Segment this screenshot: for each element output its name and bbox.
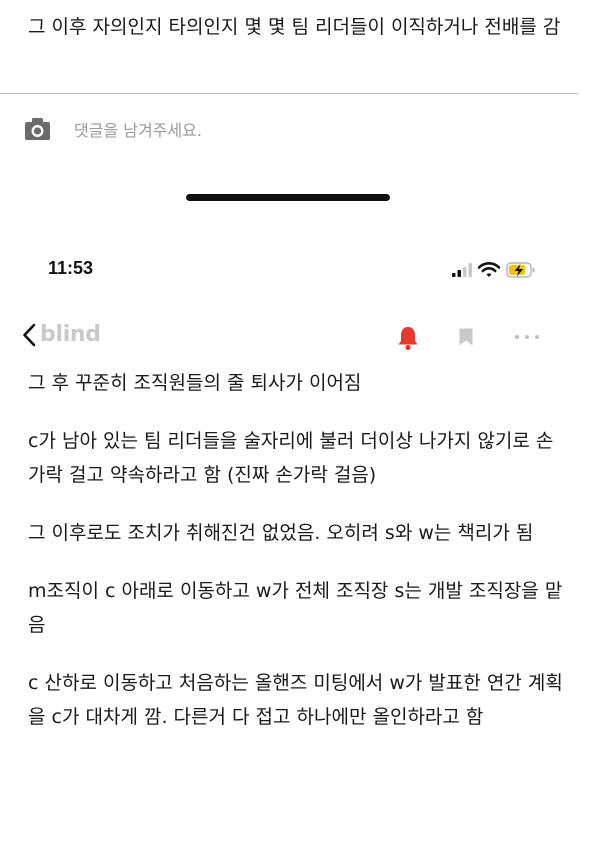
- comment-placeholder[interactable]: 댓글을 남겨주세요.: [74, 117, 202, 141]
- post-paragraph: m조직이 c 아래로 이동하고 w가 전체 조직장 s는 개발 조직장을 맡음: [28, 580, 563, 636]
- post-paragraph: c가 남아 있는 팀 리더들을 술자리에 불러 더이상 나가지 않기로 손가락 …: [28, 430, 554, 486]
- brand-logo: blind: [40, 322, 101, 347]
- back-button[interactable]: blind: [22, 322, 101, 347]
- chevron-left-icon: [23, 323, 36, 346]
- previous-post-text: 그 이후 자의인지 타의인지 몇 몇 팀 리더들이 이직하거나 전배를 감: [28, 16, 561, 38]
- post-body: 그 후 꾸준히 조직원들의 줄 퇴사가 이어짐 c가 남아 있는 팀 리더들을 …: [28, 366, 568, 758]
- more-icon[interactable]: [514, 334, 540, 340]
- home-indicator: [186, 194, 390, 201]
- camera-icon[interactable]: [24, 117, 51, 141]
- wifi-icon: [478, 262, 500, 277]
- status-time: 11:53: [48, 258, 94, 278]
- comment-input-row[interactable]: 댓글을 남겨주세요.: [24, 114, 202, 144]
- post-paragraph: 그 후 꾸준히 조직원들의 줄 퇴사가 이어짐: [28, 372, 362, 394]
- bookmark-icon[interactable]: [458, 327, 474, 347]
- battery-icon: [506, 262, 535, 278]
- post-paragraph: c 산하로 이동하고 처음하는 올핸즈 미팅에서 w가 발표한 연간 계획을 c…: [28, 672, 563, 728]
- signal-icon: [452, 263, 472, 277]
- section-divider: [0, 93, 578, 94]
- status-icons: [452, 262, 536, 278]
- bell-icon[interactable]: [397, 325, 419, 351]
- post-paragraph: 그 이후로도 조치가 취해진건 없었음. 오히려 s와 w는 책리가 됨: [28, 522, 534, 544]
